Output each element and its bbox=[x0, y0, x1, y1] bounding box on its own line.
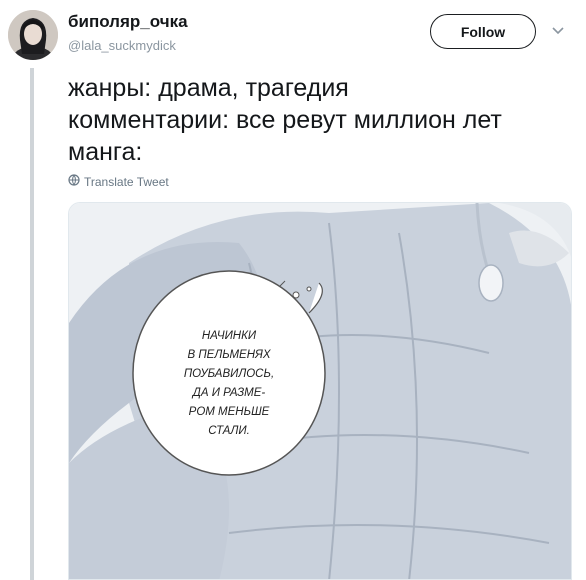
manga-image[interactable]: НАЧИНКИ В ПЕЛЬМЕНЯХ ПОУБАВИЛОСЬ, ДА И РА… bbox=[68, 202, 572, 580]
bubble-line: ДА И РАЗМЕ- bbox=[191, 387, 266, 399]
tweet-text: жанры: драма, трагедия комментарии: все … bbox=[68, 72, 568, 168]
user-handle[interactable]: @lala_suckmydick bbox=[68, 38, 176, 53]
translate-label: Translate Tweet bbox=[84, 174, 169, 189]
translate-tweet-link[interactable]: Translate Tweet bbox=[68, 174, 169, 189]
tweet-line: манга: bbox=[68, 138, 143, 166]
globe-icon bbox=[68, 174, 80, 189]
display-name[interactable]: биполяр_очка bbox=[68, 12, 188, 32]
chevron-down-icon[interactable] bbox=[551, 24, 565, 38]
avatar[interactable] bbox=[8, 10, 58, 60]
bubble-line: НАЧИНКИ bbox=[202, 330, 257, 342]
bubble-line: РОМ МЕНЬШЕ bbox=[189, 406, 270, 418]
thread-line bbox=[30, 68, 34, 580]
bubble-line: СТАЛИ. bbox=[208, 425, 250, 437]
bubble-line: ПОУБАВИЛОСЬ, bbox=[184, 368, 274, 380]
tweet-line: комментарии: все ревут миллион лет bbox=[68, 106, 502, 134]
follow-button[interactable]: Follow bbox=[430, 14, 536, 49]
tweet-line: жанры: драма, трагедия bbox=[68, 74, 349, 102]
bubble-line: В ПЕЛЬМЕНЯХ bbox=[187, 349, 271, 361]
